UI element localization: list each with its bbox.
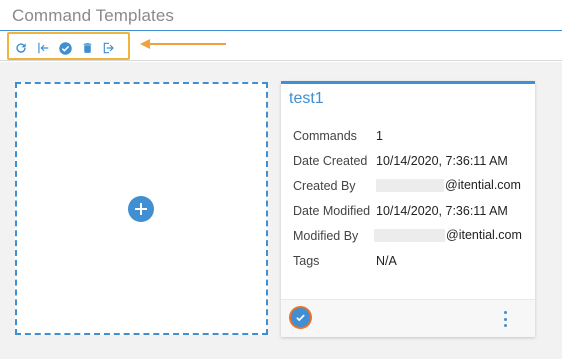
export-button[interactable] <box>101 40 117 56</box>
field-value-date-created: 10/14/2020, 7:36:11 AM <box>376 154 508 168</box>
field-value-modified-by: @itential.com <box>374 228 522 243</box>
redacted-name <box>374 229 445 243</box>
card-title[interactable]: test1 <box>289 90 324 108</box>
page-title: Command Templates <box>12 6 175 25</box>
field-label-modified-by: Modified By <box>293 229 359 243</box>
kebab-dot <box>503 317 507 321</box>
check-circle-icon <box>58 41 72 55</box>
field-value-date-modified: 10/14/2020, 7:36:11 AM <box>376 204 508 218</box>
add-template-button[interactable] <box>128 196 154 222</box>
kebab-dot <box>503 324 507 327</box>
check-icon <box>296 314 305 322</box>
import-icon <box>38 42 49 54</box>
page-header: Command Templates <box>0 0 562 31</box>
refresh-button[interactable] <box>13 40 29 56</box>
kebab-dot <box>503 311 507 314</box>
import-button[interactable] <box>35 40 51 56</box>
field-label-date-created: Date Created <box>293 154 368 168</box>
annotation-arrow-icon <box>140 39 226 49</box>
field-value-tags: N/A <box>376 254 397 268</box>
field-label-commands: Commands <box>293 129 357 143</box>
template-card[interactable]: test1 Commands 1 Date Created 10/14/2020… <box>281 81 535 337</box>
validate-button[interactable] <box>57 40 73 56</box>
plus-icon <box>135 203 147 215</box>
field-label-created-by: Created By <box>293 179 356 193</box>
toolbar <box>0 31 562 61</box>
field-value-created-by: @itential.com <box>376 178 521 193</box>
select-card-button[interactable] <box>291 308 310 327</box>
field-label-date-modified: Date Modified <box>293 204 371 218</box>
field-label-tags: Tags <box>293 254 320 268</box>
refresh-icon <box>16 43 26 53</box>
field-value-commands: 1 <box>376 129 383 143</box>
delete-button[interactable] <box>79 40 95 56</box>
redacted-name <box>376 179 444 193</box>
export-icon <box>103 42 114 54</box>
card-footer <box>281 299 535 337</box>
toolbar-highlight-box <box>7 32 130 60</box>
trash-icon <box>83 43 91 53</box>
more-options-button[interactable] <box>499 310 511 328</box>
